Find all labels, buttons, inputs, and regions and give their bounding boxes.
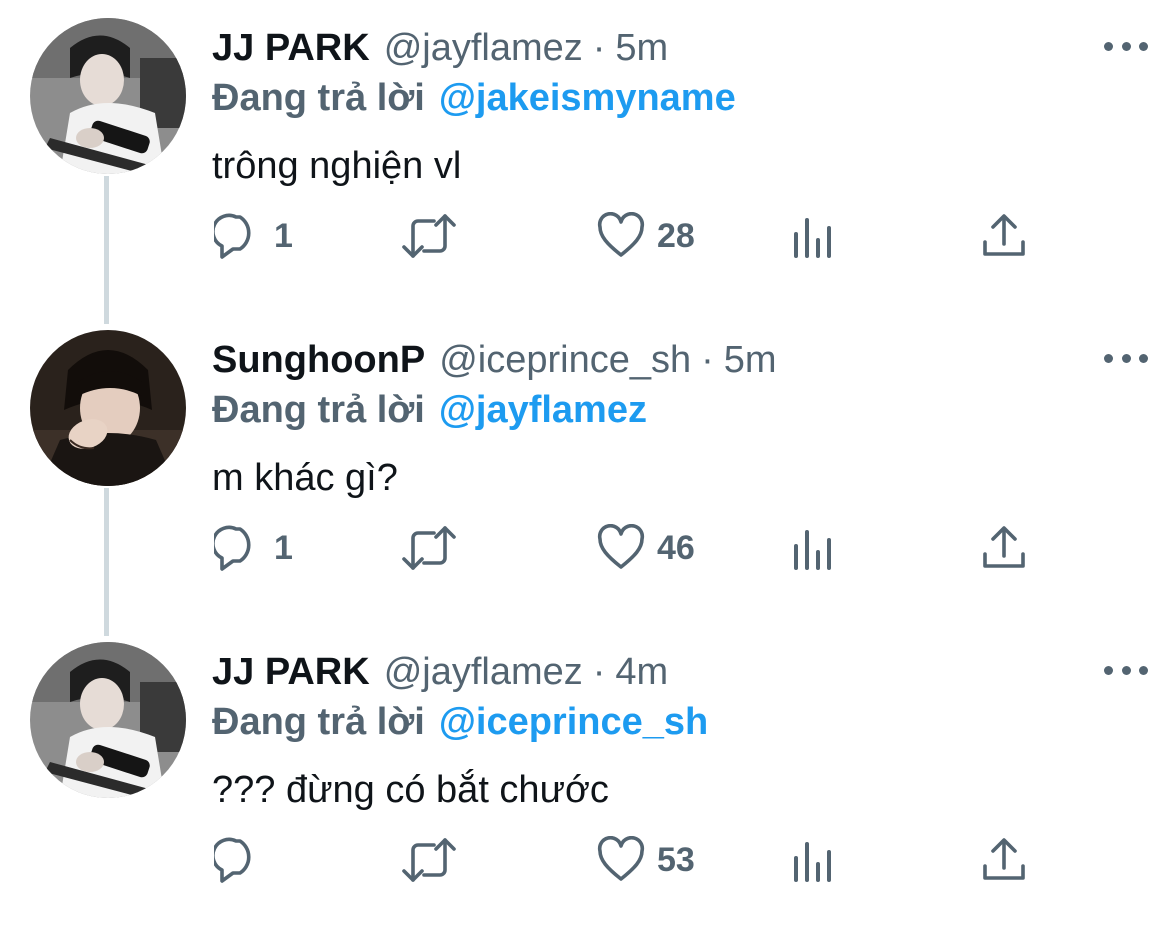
share-button[interactable] [980,832,1028,888]
share-icon [983,838,1025,880]
more-options-icon[interactable] [1104,348,1148,368]
separator-dot: · [701,339,714,381]
share-icon [983,214,1025,256]
tweet-header: JJ PARK @jayflamez · 5m [212,24,668,72]
avatar-guitar-player-image [30,642,186,798]
display-name[interactable]: SunghoonP [212,336,425,384]
tweet-text: trông nghiện vl [212,145,462,187]
like-count: 53 [657,840,695,879]
more-options-icon[interactable] [1104,660,1148,680]
replying-to-label: Đang trả lời [212,389,425,431]
retweet-icon [402,838,456,882]
timestamp[interactable]: 5m [724,336,777,384]
share-button[interactable] [980,520,1028,576]
mention-link[interactable]: @jakeismyname [439,77,736,119]
display-name[interactable]: JJ PARK [212,24,370,72]
reply-button[interactable]: 1 [214,520,293,576]
retweet-button[interactable] [400,520,470,576]
mention-link[interactable]: @iceprince_sh [439,701,708,743]
user-handle[interactable]: @jayflamez [384,24,583,72]
replying-to: Đang trả lời @iceprince_sh [212,698,708,746]
retweet-button[interactable] [400,832,470,888]
like-button[interactable]: 46 [597,520,695,576]
tweet-text: m khác gì? [212,457,398,499]
share-button[interactable] [980,208,1028,264]
avatar-guitar-player-image [30,18,186,174]
retweet-icon [402,214,456,258]
tweet-header: JJ PARK @jayflamez · 4m [212,648,668,696]
views-chart-icon [794,530,831,570]
avatar-portrait-image [30,330,186,486]
views-button[interactable] [792,832,836,888]
reply-icon [214,525,251,571]
tweet[interactable]: JJ PARK @jayflamez · 5m Đang trả lời @jak… [0,0,1170,312]
replying-to: Đang trả lời @jayflamez [212,386,647,434]
separator-dot: · [592,27,606,69]
mention-link[interactable]: @jayflamez [439,389,647,431]
more-options-icon[interactable] [1104,36,1148,56]
reply-icon [214,213,251,259]
views-chart-icon [794,218,831,258]
reply-icon [214,837,251,883]
separator-dot: · [592,651,606,693]
views-button[interactable] [792,520,836,576]
display-name[interactable]: JJ PARK [212,648,370,696]
share-icon [983,526,1025,568]
user-handle[interactable]: @jayflamez [384,648,583,696]
reply-thread: JJ PARK @jayflamez · 5m Đang trả lời @jak… [0,0,1170,921]
like-button[interactable]: 53 [597,832,695,888]
like-count: 46 [657,528,695,567]
views-chart-icon [794,842,831,882]
avatar[interactable] [30,642,186,798]
reply-button[interactable] [214,832,274,888]
retweet-button[interactable] [400,208,470,264]
heart-icon [597,524,645,569]
heart-icon [597,212,645,257]
reply-button[interactable]: 1 [214,208,293,264]
replying-to-label: Đang trả lời [212,77,425,119]
action-bar: 53 [0,832,1170,888]
views-button[interactable] [792,208,836,264]
heart-icon [597,836,645,881]
avatar[interactable] [30,18,186,174]
action-bar: 1 28 [0,208,1170,264]
tweet[interactable]: JJ PARK @jayflamez · 4m Đang trả lời @ice… [0,624,1170,936]
timestamp[interactable]: 4m [615,648,668,696]
replying-to: Đang trả lời @jakeismyname [212,74,736,122]
like-count: 28 [657,216,695,255]
action-bar: 1 46 [0,520,1170,576]
like-button[interactable]: 28 [597,208,695,264]
tweet-header: SunghoonP @iceprince_sh · 5m [212,336,777,384]
tweet-text: ??? đừng có bắt chước [212,769,609,811]
tweet[interactable]: SunghoonP @iceprince_sh · 5m Đang trả lờ… [0,312,1170,624]
retweet-icon [402,526,456,570]
reply-count: 1 [274,528,293,567]
timestamp[interactable]: 5m [615,24,668,72]
avatar[interactable] [30,330,186,486]
replying-to-label: Đang trả lời [212,701,425,743]
user-handle[interactable]: @iceprince_sh [439,336,691,384]
reply-count: 1 [274,216,293,255]
